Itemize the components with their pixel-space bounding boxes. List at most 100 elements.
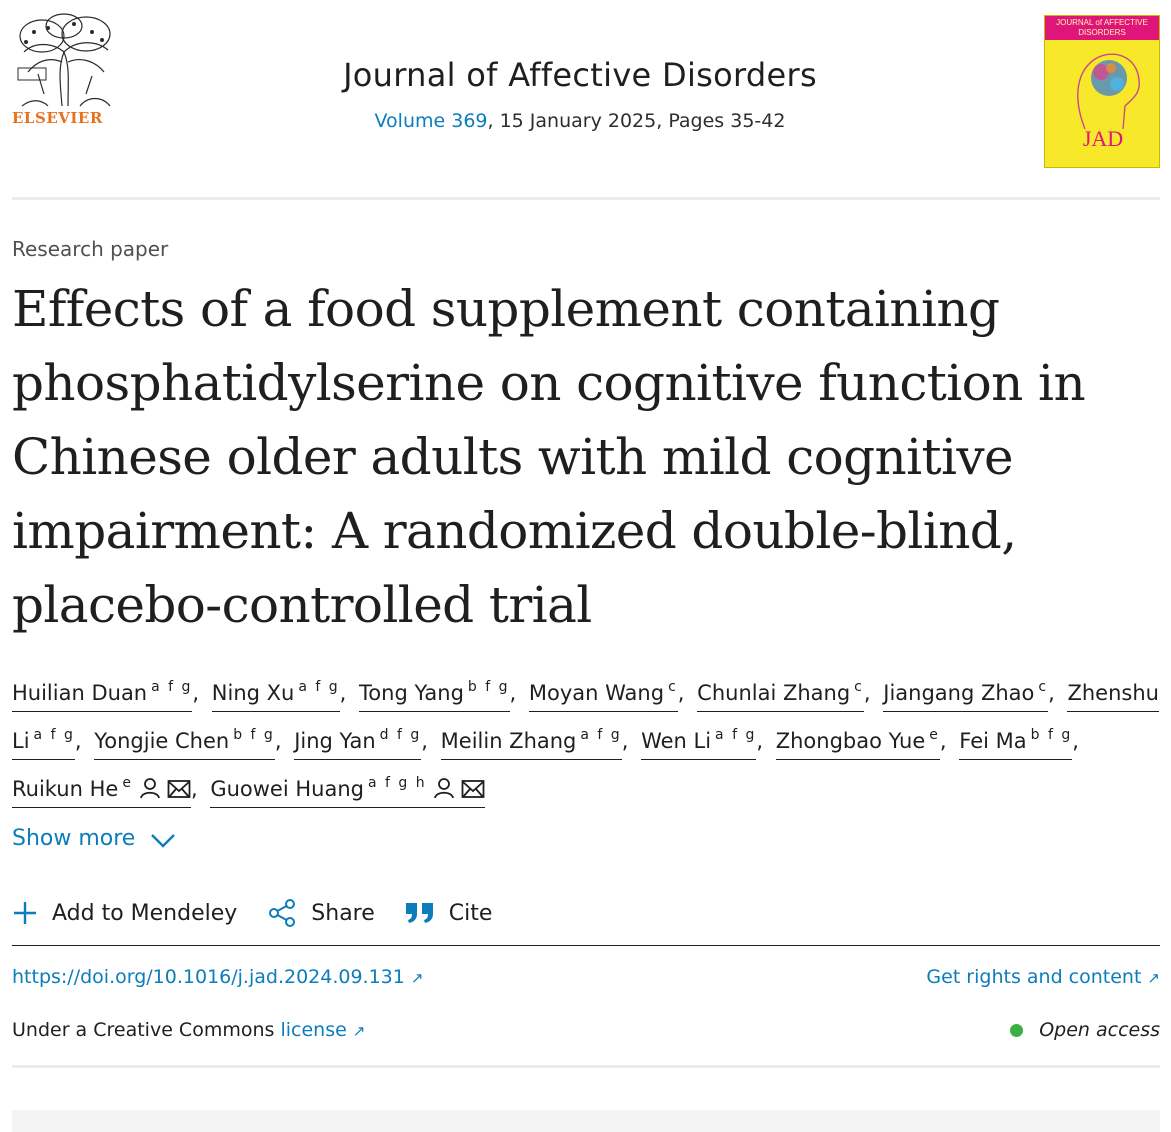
author-name: Moyan Wang bbox=[528, 681, 665, 705]
doi-text: https://doi.org/10.1016/j.jad.2024.09.13… bbox=[12, 966, 405, 988]
share-icon bbox=[269, 899, 296, 927]
plus-icon bbox=[14, 902, 36, 924]
show-more-button[interactable]: Show more bbox=[12, 826, 176, 851]
quote-icon bbox=[405, 903, 433, 923]
author-affiliation: e bbox=[929, 727, 940, 743]
person-icon bbox=[433, 771, 455, 813]
author-separator: , bbox=[339, 681, 347, 705]
add-to-mendeley-button[interactable]: Add to Mendeley bbox=[12, 900, 237, 926]
author-separator: , bbox=[863, 681, 871, 705]
author-affiliation: c bbox=[854, 679, 864, 695]
author-name: Tong Yang bbox=[359, 681, 464, 705]
author-name: Ning Xu bbox=[211, 681, 295, 705]
journal-cover-image[interactable]: JOURNAL of AFFECTIVE DISORDERS JAD bbox=[1044, 15, 1160, 168]
author-affiliation: b f g bbox=[233, 727, 275, 743]
author-affiliation: c bbox=[1038, 679, 1049, 695]
author-affiliation: a f g bbox=[580, 727, 622, 743]
author-link[interactable]: Chunlai Zhang c bbox=[697, 679, 864, 712]
license-prefix: Under a Creative Commons bbox=[12, 1019, 275, 1041]
license-line: Under a Creative Commons license ↗ bbox=[12, 1019, 365, 1041]
author-separator: , bbox=[421, 729, 428, 753]
issue-line: Volume 369, 15 January 2025, Pages 35-42 bbox=[290, 110, 870, 132]
author-link[interactable]: Ning Xu a f g bbox=[211, 679, 340, 712]
author-link[interactable]: Jing Yan d f g bbox=[294, 727, 422, 760]
cite-button[interactable]: Cite bbox=[405, 900, 493, 926]
journal-title[interactable]: Journal of Affective Disorders bbox=[290, 56, 870, 94]
author-name: Meilin Zhang bbox=[440, 729, 577, 753]
author-link[interactable]: Huilian Duan a f g bbox=[12, 679, 193, 712]
author-link[interactable]: Fei Ma b f g bbox=[959, 727, 1073, 760]
mendeley-label: Add to Mendeley bbox=[52, 900, 238, 926]
author-separator: , bbox=[274, 729, 282, 753]
external-link-icon: ↗ bbox=[352, 1022, 366, 1040]
email-icon bbox=[167, 771, 191, 813]
cover-head-illustration bbox=[1077, 53, 1140, 130]
person-icon bbox=[139, 771, 161, 813]
author-link[interactable]: Yongjie Chen b f g bbox=[94, 727, 275, 760]
author-affiliation: a f g bbox=[33, 727, 75, 743]
author-link[interactable]: Zhongbao Yue e bbox=[775, 727, 940, 760]
author-affiliation: a f g bbox=[715, 727, 757, 743]
author-name: Chunlai Zhang bbox=[697, 681, 851, 705]
cite-label: Cite bbox=[448, 900, 493, 926]
author-name: Fei Ma bbox=[959, 729, 1027, 753]
author-separator: , bbox=[509, 681, 517, 705]
author-name: Jing Yan bbox=[294, 729, 376, 753]
article-title: Effects of a food supplement containing … bbox=[12, 280, 1086, 634]
author-link[interactable]: Jiangang Zhao c bbox=[883, 679, 1049, 712]
author-list: Huilian Duan a f g, Ning Xu a f g, Tong Ya… bbox=[12, 666, 1162, 813]
author-link[interactable]: Moyan Wang c bbox=[528, 679, 678, 712]
cover-jad-mark: JAD bbox=[1082, 126, 1124, 151]
journal-info: Journal of Affective Disorders Volume 36… bbox=[290, 56, 870, 132]
chevron-down-icon bbox=[151, 834, 176, 848]
section-divider bbox=[12, 1065, 1160, 1068]
author-affiliation: d f g bbox=[379, 727, 422, 743]
author-affiliation: c bbox=[668, 679, 678, 695]
author-affiliation: a f g h bbox=[367, 775, 427, 791]
rights-text: Get rights and content bbox=[926, 966, 1142, 988]
author-name: Zhongbao Yue bbox=[775, 729, 926, 753]
header-divider bbox=[12, 197, 1160, 200]
journal-header: ELSEVIER Journal of Affective Disorders … bbox=[0, 0, 1171, 200]
author-link[interactable]: Tong Yang b f g bbox=[359, 679, 510, 712]
author-affiliation: b f g bbox=[1030, 727, 1073, 743]
publisher-name: ELSEVIER bbox=[12, 109, 103, 127]
open-access-label: Open access bbox=[1039, 1019, 1160, 1041]
author-affiliation: a f g bbox=[151, 679, 193, 695]
author-link[interactable]: Guowei Huang a f g h bbox=[210, 775, 485, 808]
author-affiliation: b f g bbox=[467, 679, 510, 695]
issue-details: , 15 January 2025, Pages 35-42 bbox=[487, 110, 786, 132]
email-icon bbox=[461, 771, 485, 813]
share-label: Share bbox=[311, 900, 375, 926]
author-link[interactable]: Wen Li a f g bbox=[641, 727, 757, 760]
share-button[interactable]: Share bbox=[267, 898, 375, 928]
author-name: Guowei Huang bbox=[210, 777, 364, 801]
author-separator: , bbox=[1048, 681, 1055, 705]
author-separator: , bbox=[621, 729, 629, 753]
author-separator: , bbox=[756, 729, 764, 753]
author-affiliation: e bbox=[122, 775, 133, 791]
author-separator: , bbox=[1072, 729, 1079, 753]
show-more-label: Show more bbox=[12, 826, 136, 851]
open-access-dot-icon bbox=[1010, 1023, 1024, 1037]
toolbar-divider bbox=[12, 945, 1160, 946]
external-link-icon: ↗ bbox=[1147, 969, 1160, 987]
author-separator: , bbox=[677, 681, 685, 705]
volume-link[interactable]: Volume 369 bbox=[375, 110, 488, 132]
author-link[interactable]: Meilin Zhang a f g bbox=[440, 727, 622, 760]
article-toolbar: Add to Mendeley Share Cite bbox=[12, 893, 522, 933]
author-separator: , bbox=[74, 729, 82, 753]
author-name: Huilian Duan bbox=[12, 681, 148, 705]
author-separator: , bbox=[192, 681, 200, 705]
rights-and-content-link[interactable]: Get rights and content ↗ bbox=[926, 966, 1160, 988]
author-name: Jiangang Zhao bbox=[883, 681, 1035, 705]
open-access-badge: Open access bbox=[1010, 1019, 1160, 1041]
doi-link[interactable]: https://doi.org/10.1016/j.jad.2024.09.13… bbox=[12, 966, 423, 988]
author-separator: , bbox=[939, 729, 947, 753]
author-link[interactable]: Ruikun He e bbox=[12, 775, 191, 808]
article-type: Research paper bbox=[12, 237, 169, 261]
license-link[interactable]: license ↗ bbox=[280, 1019, 365, 1041]
external-link-icon: ↗ bbox=[410, 969, 424, 987]
author-separator: , bbox=[190, 777, 198, 801]
author-name: Wen Li bbox=[641, 729, 712, 753]
